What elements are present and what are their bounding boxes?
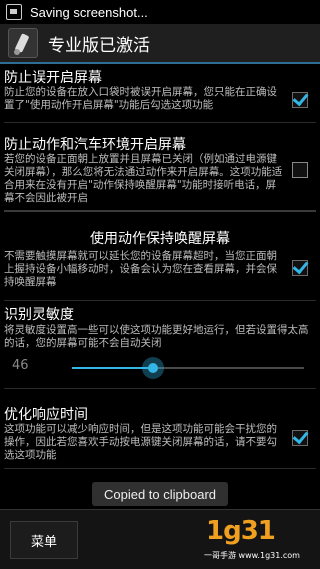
toast: Copied to clipboard bbox=[92, 482, 228, 506]
pref-title: 防止动作和汽车环境开启屏幕 bbox=[4, 137, 186, 153]
pref-title: 识别灵敏度 bbox=[4, 307, 74, 323]
slider-fill bbox=[72, 367, 153, 369]
app-icon[interactable] bbox=[8, 28, 38, 58]
pref-prevent-accidental-wake[interactable]: 防止误开启屏幕 防止您的设备在放入口袋时被误开启屏幕，您只能在正确设置了"使用动… bbox=[0, 66, 320, 118]
divider bbox=[4, 300, 316, 301]
pref-title: 防止误开启屏幕 bbox=[4, 70, 102, 86]
menu-button[interactable]: 菜单 bbox=[10, 521, 78, 559]
pref-checkbox[interactable] bbox=[292, 162, 308, 178]
pref-checkbox[interactable] bbox=[292, 430, 308, 446]
divider bbox=[4, 468, 316, 469]
pref-checkbox[interactable] bbox=[292, 260, 308, 276]
action-bar-title: 专业版已激活 bbox=[48, 35, 150, 56]
status-text: Saving screenshot... bbox=[30, 4, 148, 20]
pref-sensitivity[interactable]: 识别灵敏度 将灵敏度设置高一些可以使这项功能更好地运行，但若设置得太高的话，您的… bbox=[0, 304, 320, 384]
section-divider bbox=[4, 210, 316, 212]
bottom-bar: 菜单 1g31 一哥手游 www.1g31.com bbox=[0, 509, 320, 569]
settings-list[interactable]: 防止误开启屏幕 防止您的设备在放入口袋时被误开启屏幕，您只能在正确设置了"使用动… bbox=[0, 66, 320, 509]
divider bbox=[4, 388, 316, 389]
pref-summary: 若您的设备正面朝上放置并且屏幕已关闭（例如通过电源键关闭屏幕），那么您将无法通过… bbox=[4, 153, 283, 204]
screenshot-icon bbox=[6, 4, 22, 20]
sensitivity-slider[interactable] bbox=[72, 357, 304, 379]
status-bar: Saving screenshot... bbox=[0, 0, 320, 24]
pref-summary: 将灵敏度设置高一些可以使这项功能更好地运行，但若设置得太高的话，您的屏幕可能不会… bbox=[4, 324, 309, 349]
sensitivity-value: 46 bbox=[12, 358, 29, 373]
pref-summary: 防止您的设备在放入口袋时被误开启屏幕，您只能在正确设置了"使用动作开启屏幕"功能… bbox=[4, 86, 277, 111]
pref-keep-awake[interactable]: 不需要触摸屏幕就可以延长您的设备屏幕超时，当您正面朝上握持设备小幅移动时，设备会… bbox=[0, 250, 320, 298]
watermark-text: 一哥手游 www.1g31.com bbox=[204, 551, 300, 560]
watermark-number: 1g31 bbox=[206, 516, 276, 546]
pref-checkbox[interactable] bbox=[292, 92, 308, 108]
action-bar: 专业版已激活 bbox=[0, 24, 320, 64]
category-keep-awake: 使用动作保持唤醒屏幕 bbox=[90, 231, 230, 247]
pref-prevent-motion-car-wake[interactable]: 防止动作和汽车环境开启屏幕 若您的设备正面朝上放置并且屏幕已关闭（例如通过电源键… bbox=[0, 134, 320, 206]
slider-thumb[interactable] bbox=[142, 357, 164, 379]
pref-summary: 不需要触摸屏幕就可以延长您的设备屏幕超时，当您正面朝上握持设备小幅移动时，设备会… bbox=[4, 250, 277, 288]
watermark-logo: 1g31 一哥手游 www.1g31.com bbox=[200, 514, 316, 566]
pref-summary: 这项功能可以减少响应时间，但是这项功能可能会干扰您的操作，因此若您喜欢手动按电源… bbox=[4, 423, 277, 461]
divider bbox=[4, 122, 316, 123]
pref-title: 优化响应时间 bbox=[4, 407, 88, 423]
